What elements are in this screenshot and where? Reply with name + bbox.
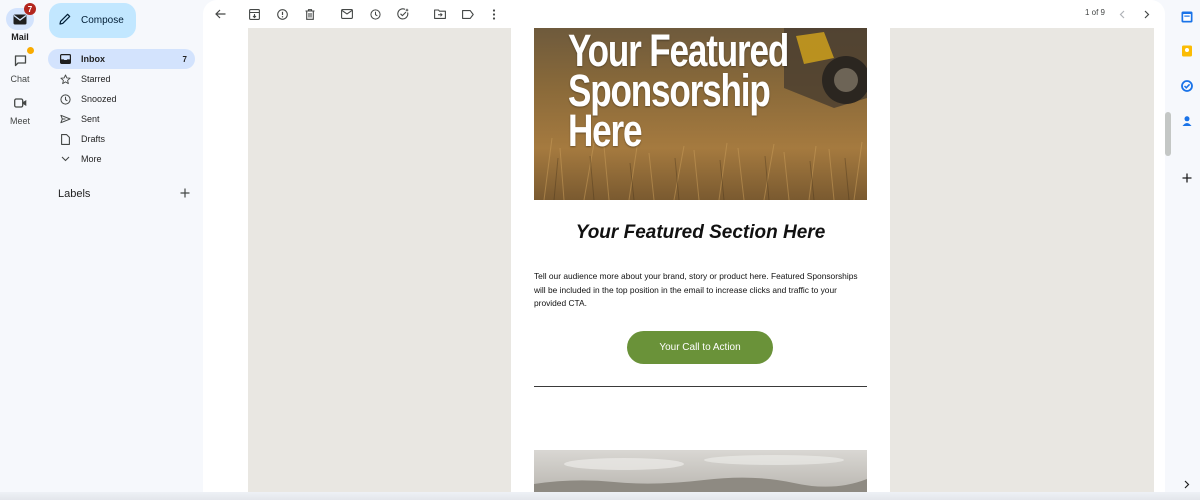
nav-item-more[interactable]: More <box>48 149 195 169</box>
nav-item-inbox[interactable]: Inbox 7 <box>48 49 195 69</box>
rail-meet[interactable]: Meet <box>0 92 40 126</box>
labels-heading: Labels <box>58 187 91 200</box>
task-add-icon <box>397 8 409 20</box>
chevron-left-icon <box>1119 10 1125 18</box>
clock-icon <box>58 92 72 106</box>
sky-landscape-image <box>534 450 867 492</box>
call-to-action-button[interactable]: Your Call to Action <box>627 331 773 364</box>
arrow-left-icon <box>214 9 225 19</box>
chevron-right-icon <box>1144 10 1150 18</box>
alert-icon <box>276 8 288 20</box>
compose-label: Compose <box>81 15 124 26</box>
clock-icon <box>369 8 381 20</box>
newsletter-column: Your Featured Sponsorship Here Your Feat… <box>511 28 890 492</box>
nav-item-label: Drafts <box>81 134 106 144</box>
contacts-icon <box>1182 116 1192 126</box>
unread-badge: 7 <box>24 3 36 15</box>
move-to-button[interactable] <box>432 6 448 22</box>
trash-icon <box>305 8 315 20</box>
hero-headline: Your Featured Sponsorship Here <box>568 28 867 156</box>
keep-app-button[interactable] <box>1181 45 1193 57</box>
chevron-down-icon <box>58 152 72 166</box>
label-icon <box>462 9 474 19</box>
snooze-button[interactable] <box>367 6 383 22</box>
draft-icon <box>58 132 72 146</box>
hero-line: Here <box>568 105 643 156</box>
video-camera-icon <box>6 92 34 114</box>
rail-mail[interactable]: 7 Mail <box>0 3 40 42</box>
plus-icon <box>1182 173 1192 183</box>
plus-icon <box>180 188 190 198</box>
featured-section-body: Tell our audience more about your brand,… <box>534 271 858 308</box>
nav-item-snoozed[interactable]: Snoozed <box>48 89 195 109</box>
nav-item-label: Sent <box>81 114 100 124</box>
get-add-ons-button[interactable] <box>1181 172 1193 184</box>
back-button[interactable] <box>212 6 228 22</box>
section-divider <box>534 386 867 387</box>
label-button[interactable] <box>460 6 476 22</box>
nav-item-label: More <box>81 154 102 164</box>
labels-section-header: Labels <box>58 186 190 201</box>
mail-unread-icon <box>341 9 353 19</box>
mark-unread-button[interactable] <box>339 6 355 22</box>
older-button[interactable] <box>1139 6 1155 22</box>
tasks-icon <box>1181 80 1193 92</box>
hero-image[interactable]: Your Featured Sponsorship Here <box>534 28 867 200</box>
nav-item-sent[interactable]: Sent <box>48 109 195 129</box>
star-icon <box>58 72 72 86</box>
nav-item-label: Starred <box>81 74 111 84</box>
nav-item-starred[interactable]: Starred <box>48 69 195 89</box>
side-panel <box>1173 0 1200 500</box>
add-to-tasks-button[interactable] <box>395 6 411 22</box>
rail-meet-label: Meet <box>9 116 30 126</box>
chevron-right-icon <box>1184 480 1190 488</box>
chat-icon <box>6 47 34 72</box>
secondary-image[interactable] <box>534 450 867 492</box>
email-body-area[interactable]: Your Featured Sponsorship Here Your Feat… <box>248 28 1154 492</box>
rail-chat[interactable]: Chat <box>0 47 40 84</box>
calendar-icon <box>1181 11 1193 23</box>
pagination-count: 1 of 9 <box>1084 8 1105 17</box>
message-view: 1 of 9 Your Featured Sponsorship Here Yo… <box>203 0 1165 492</box>
nav-item-label: Inbox <box>81 54 105 64</box>
tasks-app-button[interactable] <box>1181 80 1193 92</box>
pencil-icon <box>59 13 71 28</box>
nav-item-drafts[interactable]: Drafts <box>48 129 195 149</box>
delete-button[interactable] <box>302 6 318 22</box>
nav-item-label: Snoozed <box>81 94 117 104</box>
calendar-app-button[interactable] <box>1181 11 1193 23</box>
keep-icon <box>1182 45 1192 57</box>
folder-move-icon <box>434 9 446 19</box>
more-options-button[interactable] <box>486 6 502 22</box>
contacts-app-button[interactable] <box>1181 115 1193 127</box>
scrollbar-thumb[interactable] <box>1165 112 1171 156</box>
mail-navigation: Compose Inbox 7 Starred Snoozed Sent Dra… <box>40 0 203 500</box>
inbox-icon <box>58 52 72 66</box>
send-icon <box>58 112 72 126</box>
rail-chat-label: Chat <box>10 74 30 84</box>
add-label-button[interactable] <box>180 186 190 201</box>
chat-notification-dot <box>27 47 34 54</box>
featured-section-title: Your Featured Section Here <box>575 222 826 243</box>
report-spam-button[interactable] <box>274 6 290 22</box>
message-toolbar: 1 of 9 <box>203 0 1165 28</box>
newer-button[interactable] <box>1114 6 1130 22</box>
compose-button[interactable]: Compose <box>49 3 136 38</box>
inbox-count: 7 <box>182 54 187 64</box>
mail-icon: 7 <box>6 3 36 30</box>
show-side-panel-button[interactable] <box>1181 478 1193 490</box>
window-bottom-edge <box>0 492 1200 500</box>
app-rail: 7 Mail Chat Meet <box>0 0 40 500</box>
more-vertical-icon <box>492 8 496 20</box>
folder-list: Inbox 7 Starred Snoozed Sent Drafts More <box>48 49 195 169</box>
rail-mail-label: Mail <box>11 32 29 42</box>
archive-button[interactable] <box>246 6 262 22</box>
archive-icon <box>248 8 260 20</box>
